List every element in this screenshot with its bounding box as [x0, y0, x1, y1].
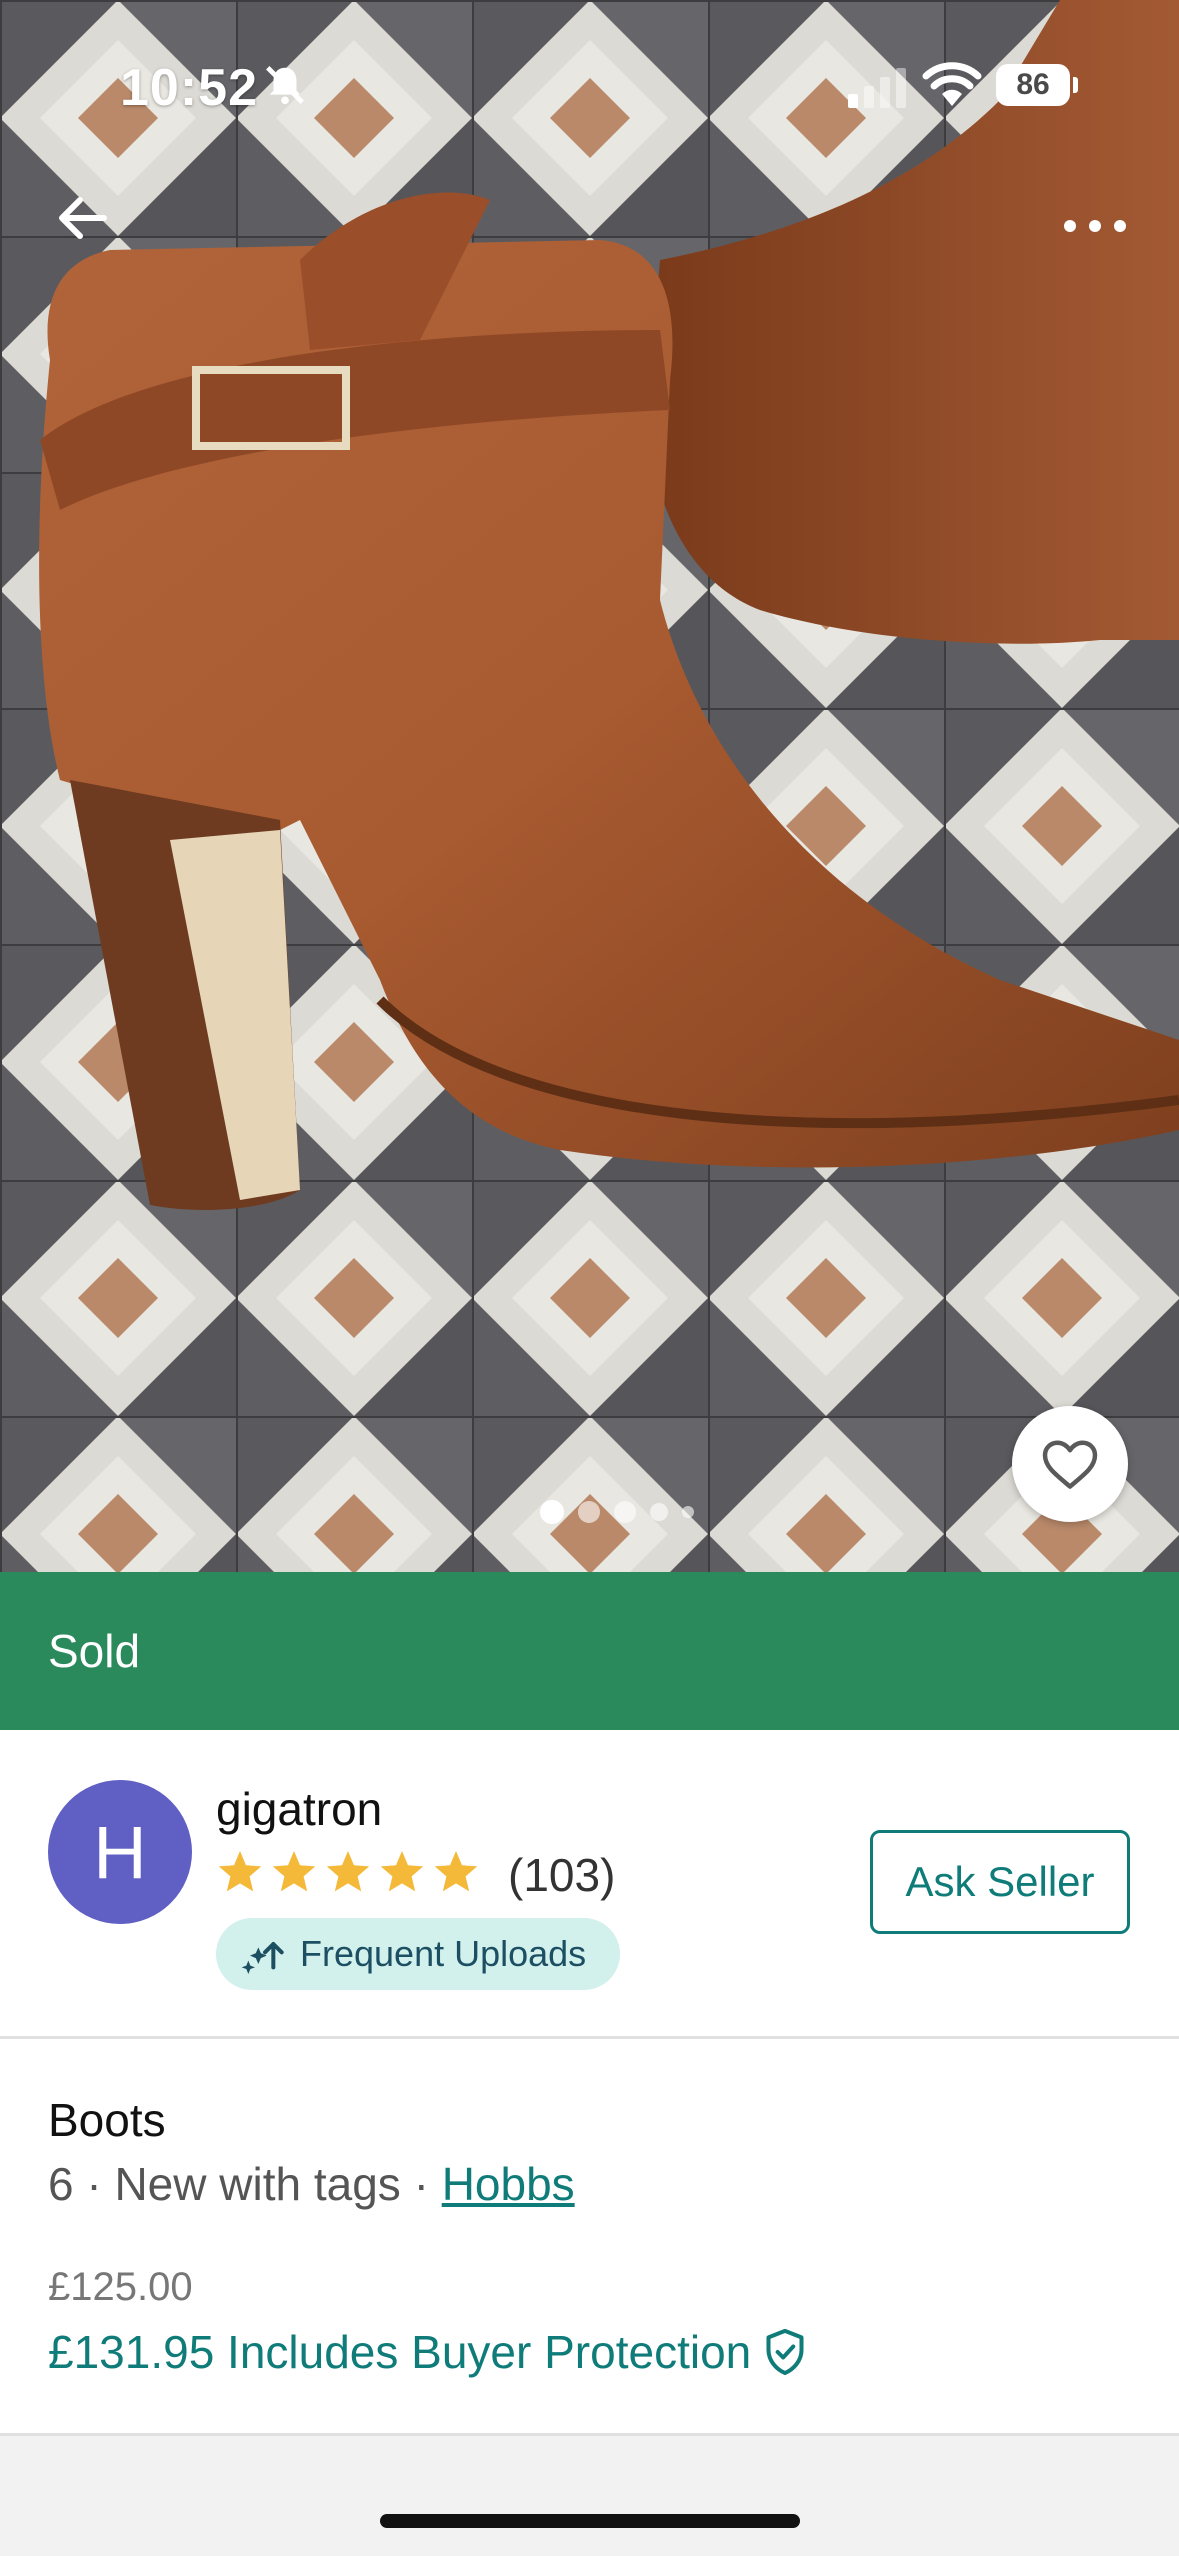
status-time: 10:52 [120, 59, 258, 117]
battery-indicator: 86 [996, 64, 1078, 106]
page-dot [650, 1503, 668, 1521]
shield-check-icon[interactable] [763, 2328, 807, 2376]
item-size-condition: 6 · New with tags · [48, 2158, 442, 2210]
seller-section: H gigatron (103) Frequent Uploads Ask Se… [0, 1730, 1179, 2039]
heart-icon [1042, 1440, 1098, 1489]
signal-icon [848, 68, 906, 108]
status-bar: 10:52 86 [0, 0, 1179, 170]
badge-label: Frequent Uploads [300, 1933, 587, 1974]
sparkle-upload-icon [241, 1942, 284, 1974]
star-icon [434, 1851, 478, 1892]
product-photo[interactable]: 10:52 86 [0, 0, 1179, 1572]
page-dot [614, 1501, 636, 1523]
frequent-uploads-badge: Frequent Uploads [216, 1918, 620, 1990]
brand-link[interactable]: Hobbs [442, 2158, 575, 2210]
bell-slash-icon [266, 66, 304, 105]
more-horizontal-icon[interactable] [1060, 196, 1130, 256]
star-icon [272, 1851, 316, 1892]
arrow-left-icon[interactable] [52, 188, 112, 248]
home-indicator[interactable] [380, 2514, 800, 2528]
rating-stars [216, 1848, 480, 1896]
wifi-icon [922, 62, 982, 106]
page-dot [540, 1500, 564, 1524]
boot-photo-illustration [0, 0, 1179, 1572]
avatar[interactable]: H [48, 1780, 192, 1924]
seller-name[interactable]: gigatron [216, 1782, 382, 1836]
star-icon [326, 1851, 370, 1892]
sold-banner: Sold [0, 1572, 1179, 1730]
page-continuation [0, 2436, 1179, 2556]
item-meta: 6 · New with tags · Hobbs [48, 2157, 575, 2211]
star-icon [218, 1851, 262, 1892]
price-total-label[interactable]: £131.95 Includes Buyer Protection [48, 2325, 751, 2379]
sold-label: Sold [48, 1625, 141, 1677]
star-icon [380, 1851, 424, 1892]
item-details: Boots 6 · New with tags · Hobbs £125.00 … [0, 2039, 1179, 2436]
item-title: Boots [48, 2094, 166, 2146]
favorite-button[interactable] [1012, 1406, 1128, 1522]
gallery-pagination [540, 1500, 694, 1524]
page-dot [682, 1506, 694, 1518]
page-dot [578, 1501, 600, 1523]
price-with-protection[interactable]: £131.95 Includes Buyer Protection [48, 2325, 807, 2379]
review-count[interactable]: (103) [508, 1848, 615, 1902]
item-price: £125.00 [48, 2265, 193, 2309]
ask-seller-button[interactable]: Ask Seller [870, 1830, 1130, 1934]
